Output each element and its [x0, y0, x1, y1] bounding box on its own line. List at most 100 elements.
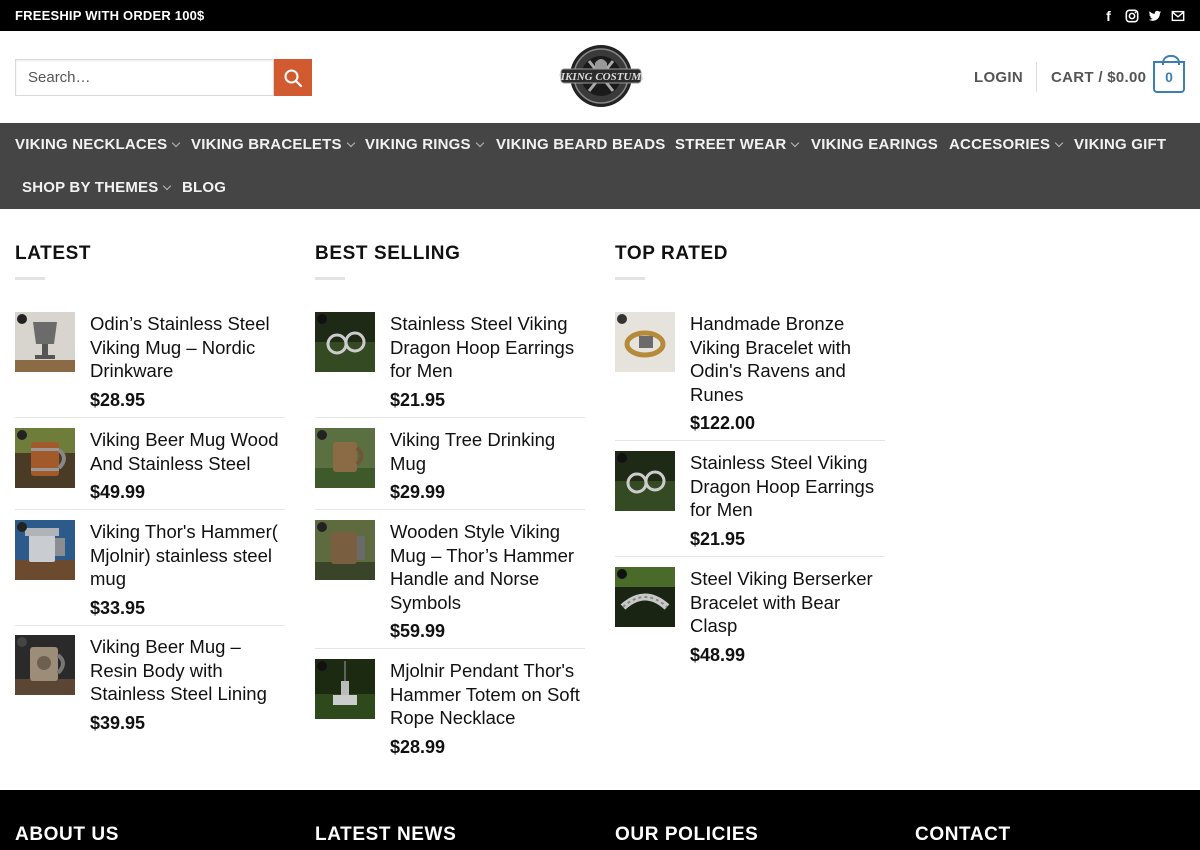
chevron-down-icon [172, 138, 181, 148]
nav-item-street-wear[interactable]: STREET WEAR [675, 136, 800, 153]
product-price: $122.00 [690, 413, 756, 433]
product-item[interactable]: Viking Thor's Hammer( Mjolnir) stainless… [15, 520, 285, 626]
product-item[interactable]: Wooden Style Viking Mug – Thor’s Hammer … [315, 520, 585, 649]
email-icon[interactable] [1169, 7, 1186, 24]
heading-underline [315, 277, 345, 280]
divider [315, 417, 585, 418]
product-price: $48.99 [690, 645, 746, 665]
product-title[interactable]: Viking Tree Drinking Mug [390, 428, 585, 475]
product-item[interactable]: Viking Tree Drinking Mug $29.99 [315, 428, 585, 510]
divider [15, 509, 285, 510]
chevron-down-icon [791, 138, 800, 148]
nav-item-viking-earings[interactable]: VIKING EARINGS [811, 136, 938, 153]
product-price: $21.95 [690, 529, 746, 549]
nav-item-viking-bracelets[interactable]: VIKING BRACELETS [191, 136, 355, 153]
search-icon [284, 69, 303, 87]
cart-link[interactable]: CART / $0.00 [1051, 69, 1146, 86]
nav-item-accesories[interactable]: ACCESORIES [949, 136, 1064, 153]
divider [315, 509, 585, 510]
product-thumbnail[interactable] [15, 428, 75, 488]
product-price: $29.99 [390, 482, 446, 502]
cart-count-badge[interactable]: 0 [1153, 55, 1185, 93]
header-divider [1036, 62, 1037, 92]
product-price: $33.95 [90, 598, 146, 618]
nav-item-blog[interactable]: BLOG [182, 179, 226, 196]
best-selling-widget: BEST SELLING Stainless Steel Viking Drag… [315, 243, 585, 757]
product-thumbnail[interactable] [615, 451, 675, 511]
site-footer: ABOUT US LATEST NEWS OUR POLICIES CONTAC… [0, 790, 1200, 850]
main-navigation: VIKING NECKLACES VIKING BRACELETS VIKING… [0, 123, 1200, 209]
nav-item-viking-necklaces[interactable]: VIKING NECKLACES [15, 136, 181, 153]
login-link[interactable]: LOGIN [974, 69, 1023, 86]
product-item[interactable]: Steel Viking Berserker Bracelet with Bea… [615, 567, 885, 667]
product-price: $49.99 [90, 482, 146, 502]
chevron-down-icon [346, 138, 355, 148]
product-thumbnail[interactable] [615, 567, 675, 627]
product-thumbnail[interactable] [615, 312, 675, 372]
product-title[interactable]: Steel Viking Berserker Bracelet with Bea… [690, 567, 885, 638]
nav-item-viking-rings[interactable]: VIKING RINGS [365, 136, 484, 153]
product-item[interactable]: Stainless Steel Viking Dragon Hoop Earri… [615, 451, 885, 557]
top-rated-widget: TOP RATED Handmade Bronze Viking Bracele… [615, 243, 885, 665]
latest-heading: LATEST [15, 243, 92, 264]
product-title[interactable]: Viking Beer Mug Wood And Stainless Steel [90, 428, 285, 475]
nav-item-viking-beard-beads[interactable]: VIKING BEARD BEADS [496, 136, 665, 153]
product-price: $59.99 [390, 621, 446, 641]
product-title[interactable]: Stainless Steel Viking Dragon Hoop Earri… [690, 451, 885, 522]
chevron-down-icon [163, 181, 172, 191]
product-thumbnail[interactable] [315, 659, 375, 719]
top-rated-heading: TOP RATED [615, 243, 729, 264]
product-price: $28.95 [90, 390, 146, 410]
product-item[interactable]: Viking Beer Mug – Resin Body with Stainl… [15, 635, 285, 735]
product-thumbnail[interactable] [15, 520, 75, 580]
product-title[interactable]: Stainless Steel Viking Dragon Hoop Earri… [390, 312, 585, 383]
product-title[interactable]: Mjolnir Pendant Thor's Hammer Totem on S… [390, 659, 585, 730]
top-bar: FREESHIP WITH ORDER 100$ f [0, 0, 1200, 31]
product-item[interactable]: Odin’s Stainless Steel Viking Mug – Nord… [15, 312, 285, 418]
search-button[interactable] [274, 59, 312, 96]
heading-underline [615, 277, 645, 280]
product-title[interactable]: Odin’s Stainless Steel Viking Mug – Nord… [90, 312, 285, 383]
product-title[interactable]: Viking Beer Mug – Resin Body with Stainl… [90, 635, 285, 706]
divider [15, 417, 285, 418]
footer-heading-news: LATEST NEWS [315, 824, 457, 845]
product-title[interactable]: Wooden Style Viking Mug – Thor’s Hammer … [390, 520, 585, 614]
product-price: $39.95 [90, 713, 146, 733]
site-logo[interactable]: VIKING COSTUME [553, 41, 649, 111]
facebook-icon[interactable]: f [1100, 7, 1117, 24]
product-title[interactable]: Viking Thor's Hammer( Mjolnir) stainless… [90, 520, 285, 591]
latest-products-widget: LATEST Odin’s Stainless Steel Viking Mug… [15, 243, 285, 733]
search-input[interactable] [15, 59, 274, 96]
heading-underline [15, 277, 45, 280]
footer-heading-policies: OUR POLICIES [615, 824, 759, 845]
product-item[interactable]: Viking Beer Mug Wood And Stainless Steel… [15, 428, 285, 510]
product-item[interactable]: Mjolnir Pendant Thor's Hammer Totem on S… [315, 659, 585, 759]
product-price: $28.99 [390, 737, 446, 757]
divider [315, 648, 585, 649]
social-links: f [1100, 7, 1186, 24]
nav-item-viking-gift[interactable]: VIKING GIFT [1074, 136, 1166, 153]
best-selling-heading: BEST SELLING [315, 243, 461, 264]
product-thumbnail[interactable] [15, 635, 75, 695]
product-title[interactable]: Handmade Bronze Viking Bracelet with Odi… [690, 312, 885, 406]
divider [15, 625, 285, 626]
product-thumbnail[interactable] [315, 428, 375, 488]
divider [615, 556, 885, 557]
product-thumbnail[interactable] [315, 312, 375, 372]
footer-heading-about: ABOUT US [15, 824, 120, 845]
product-thumbnail[interactable] [15, 312, 75, 372]
product-item[interactable]: Handmade Bronze Viking Bracelet with Odi… [615, 312, 885, 441]
search-form [15, 59, 312, 96]
divider [615, 440, 885, 441]
chevron-down-icon [1054, 138, 1064, 148]
product-item[interactable]: Stainless Steel Viking Dragon Hoop Earri… [315, 312, 585, 418]
twitter-icon[interactable] [1146, 7, 1163, 24]
chevron-down-icon [475, 138, 484, 148]
logo-wordmark: VIKING COSTUME [559, 71, 643, 83]
footer-heading-contact: CONTACT [915, 824, 1011, 845]
site-header: VIKING COSTUME LOGIN CART / $0.00 0 [0, 31, 1200, 123]
nav-item-shop-by-themes[interactable]: SHOP BY THEMES [22, 179, 172, 196]
product-price: $21.95 [390, 390, 446, 410]
instagram-icon[interactable] [1123, 7, 1140, 24]
product-thumbnail[interactable] [315, 520, 375, 580]
